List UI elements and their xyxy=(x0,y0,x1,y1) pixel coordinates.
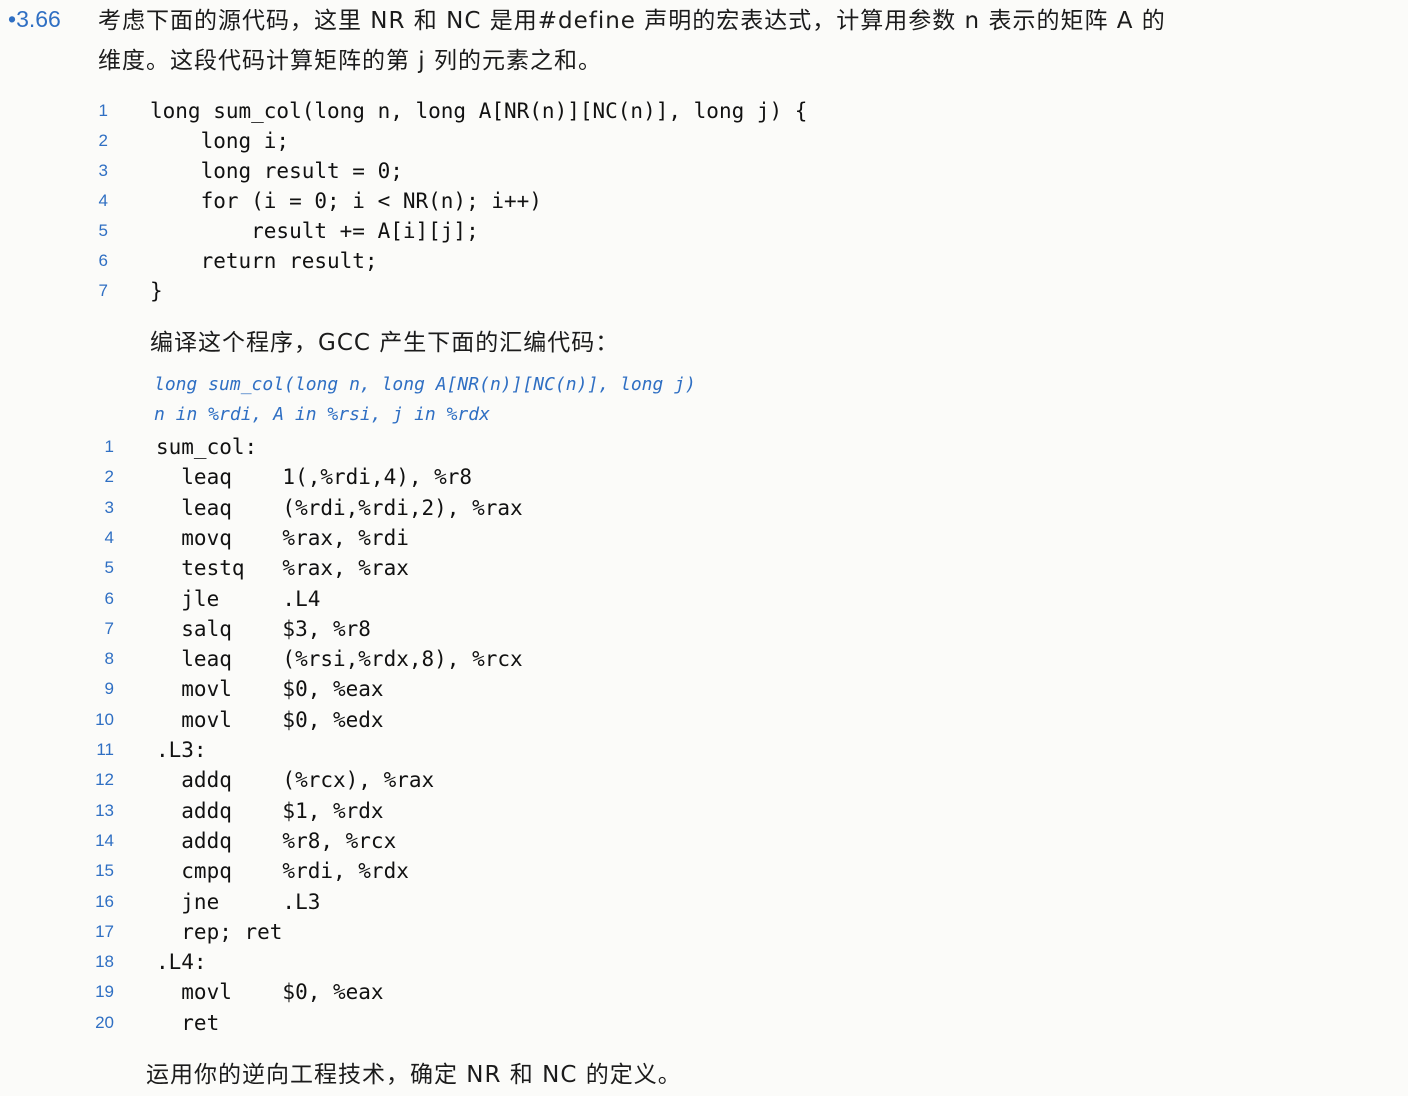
line-number: 16 xyxy=(95,891,114,911)
code-text: } xyxy=(150,279,163,303)
code-text: testq %rax, %rax xyxy=(156,556,409,581)
line-number: 14 xyxy=(95,830,114,850)
code-text: rep; ret xyxy=(156,919,283,944)
code-text: for (i = 0; i < NR(n); i++) xyxy=(150,189,542,213)
code-text: long i; xyxy=(150,129,290,153)
code-text: salq $3, %r8 xyxy=(156,616,371,641)
line-number: 7 xyxy=(98,281,108,300)
line-number: 2 xyxy=(104,467,114,487)
line-number: 6 xyxy=(104,588,114,608)
asm-annotation-signature: long sum_col(long n, long A[NR(n)][NC(n)… xyxy=(154,374,696,395)
problem-number: •3.66 xyxy=(8,6,61,33)
line-number: 8 xyxy=(104,649,114,669)
line-number: 17 xyxy=(95,921,114,941)
code-text: movl $0, %edx xyxy=(156,707,384,732)
line-number: 5 xyxy=(98,221,108,240)
line-number: 12 xyxy=(95,770,114,790)
line-number: 18 xyxy=(95,952,114,972)
compile-description: 编译这个程序，GCC 产生下面的汇编代码： xyxy=(150,330,620,356)
code-text: cmpq %rdi, %rdx xyxy=(156,859,409,884)
line-number: 15 xyxy=(95,861,114,881)
code-text: long sum_col(long n, long A[NR(n)][NC(n)… xyxy=(150,99,808,123)
code-text: movl $0, %eax xyxy=(156,677,384,702)
code-text: leaq 1(,%rdi,4), %r8 xyxy=(156,465,473,490)
asm-annotation-registers: n in %rdi, A in %rsi, j in %rdx xyxy=(154,404,490,425)
line-number: 7 xyxy=(104,618,114,638)
code-text: result += A[i][j]; xyxy=(150,219,479,243)
line-number: 1 xyxy=(98,101,108,120)
code-text: jle .L4 xyxy=(156,586,321,611)
line-number: 19 xyxy=(95,982,114,1002)
line-number: 4 xyxy=(98,191,108,210)
code-text: jne .L3 xyxy=(156,889,321,914)
line-number: 6 xyxy=(98,251,108,270)
code-text: addq (%rcx), %rax xyxy=(156,768,435,793)
code-text: movq %rax, %rdi xyxy=(156,525,409,550)
line-number: 5 xyxy=(104,558,114,578)
line-number: 20 xyxy=(95,1012,114,1032)
problem-intro-line-1: 考虑下面的源代码，这里 NR 和 NC 是用#define 声明的宏表达式，计算… xyxy=(98,8,1166,34)
code-text: return result; xyxy=(150,249,378,273)
code-text: ret xyxy=(156,1010,220,1035)
line-number: 13 xyxy=(95,800,114,820)
problem-number-text: 3.66 xyxy=(16,6,61,32)
code-text: leaq (%rsi,%rdx,8), %rcx xyxy=(156,647,523,672)
code-text: sum_col: xyxy=(156,435,258,459)
problem-intro-line-2: 维度。这段代码计算矩阵的第 j 列的元素之和。 xyxy=(98,48,603,74)
code-text: leaq (%rdi,%rdi,2), %rax xyxy=(156,495,523,520)
code-text: addq $1, %rdx xyxy=(156,798,384,823)
line-number: 3 xyxy=(98,161,108,180)
code-text: .L4: xyxy=(156,950,207,975)
line-number: 1 xyxy=(104,437,114,456)
code-text: long result = 0; xyxy=(150,159,403,183)
line-number: 10 xyxy=(95,709,114,729)
code-text: movl $0, %eax xyxy=(156,980,384,1005)
closing-question: 运用你的逆向工程技术，确定 NR 和 NC 的定义。 xyxy=(146,1062,682,1088)
bullet-dot-icon: • xyxy=(8,6,17,32)
code-text: addq %r8, %rcx xyxy=(156,828,397,853)
line-number: 11 xyxy=(96,740,114,759)
code-text: .L3: xyxy=(156,738,207,762)
line-number: 2 xyxy=(98,131,108,150)
line-number: 9 xyxy=(104,679,114,699)
line-number: 4 xyxy=(104,527,114,547)
line-number: 3 xyxy=(104,497,114,517)
